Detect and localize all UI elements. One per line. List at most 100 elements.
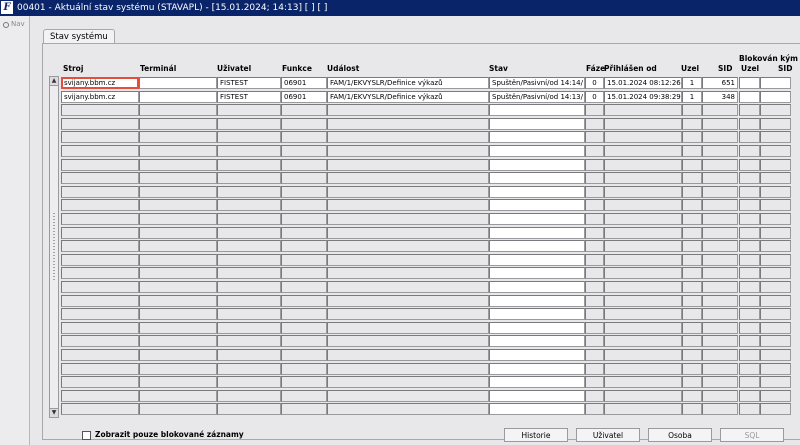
cell-b-sid[interactable] bbox=[760, 308, 791, 321]
cell-terminal[interactable] bbox=[139, 104, 217, 117]
cell-terminal[interactable] bbox=[139, 389, 217, 402]
cell-b-uzel[interactable] bbox=[739, 131, 760, 144]
cell-faze[interactable] bbox=[585, 185, 604, 198]
cell-uzivatel[interactable] bbox=[217, 403, 281, 416]
cell-b-uzel[interactable] bbox=[739, 226, 760, 239]
cell-terminal[interactable] bbox=[139, 240, 217, 253]
cell-sid[interactable] bbox=[702, 253, 738, 266]
tab-stav-systemu[interactable]: Stav systému bbox=[43, 29, 115, 44]
cell-b-sid[interactable] bbox=[760, 131, 791, 144]
cell-uzel[interactable] bbox=[682, 267, 702, 280]
uzivatel-button[interactable]: Uživatel bbox=[576, 428, 640, 442]
cell-udalost[interactable] bbox=[327, 335, 489, 348]
cell-uzivatel[interactable] bbox=[217, 389, 281, 402]
cell-stav[interactable] bbox=[489, 253, 585, 266]
cell-stroj[interactable] bbox=[61, 172, 139, 185]
cell-sid[interactable] bbox=[702, 267, 738, 280]
cell-stroj[interactable] bbox=[61, 226, 139, 239]
cell-b-uzel[interactable] bbox=[739, 308, 760, 321]
cell-stroj[interactable]: svijany.bbm.cz bbox=[61, 77, 139, 89]
cell-udalost[interactable] bbox=[327, 240, 489, 253]
cell-stav[interactable] bbox=[489, 172, 585, 185]
cell-udalost[interactable] bbox=[327, 349, 489, 361]
cell-stav[interactable] bbox=[489, 158, 585, 171]
cell-uzel[interactable] bbox=[682, 376, 702, 389]
cell-b-sid[interactable] bbox=[760, 362, 791, 375]
cell-stav[interactable] bbox=[489, 403, 585, 416]
cell-stroj[interactable] bbox=[61, 389, 139, 402]
cell-faze[interactable] bbox=[585, 131, 604, 144]
cell-uzivatel[interactable] bbox=[217, 104, 281, 117]
cell-stav[interactable] bbox=[489, 267, 585, 280]
cell-prihlasen[interactable] bbox=[604, 145, 682, 157]
cell-stav[interactable] bbox=[489, 226, 585, 239]
cell-terminal[interactable] bbox=[139, 158, 217, 171]
cell-funkce[interactable] bbox=[281, 321, 327, 334]
cell-prihlasen[interactable] bbox=[604, 294, 682, 307]
cell-stroj[interactable]: svijany.bbm.cz bbox=[61, 90, 139, 103]
cell-b-sid[interactable] bbox=[760, 240, 791, 253]
cell-b-uzel[interactable] bbox=[739, 335, 760, 348]
cell-uzel[interactable] bbox=[682, 253, 702, 266]
cell-b-sid[interactable] bbox=[760, 104, 791, 117]
cell-prihlasen[interactable] bbox=[604, 389, 682, 402]
cell-terminal[interactable] bbox=[139, 213, 217, 225]
cell-b-uzel[interactable] bbox=[739, 77, 760, 89]
cell-b-sid[interactable] bbox=[760, 213, 791, 225]
cell-prihlasen[interactable] bbox=[604, 349, 682, 361]
cell-terminal[interactable] bbox=[139, 117, 217, 130]
cell-sid[interactable] bbox=[702, 294, 738, 307]
cell-uzivatel[interactable] bbox=[217, 185, 281, 198]
cell-funkce[interactable] bbox=[281, 362, 327, 375]
cell-stroj[interactable] bbox=[61, 158, 139, 171]
cell-uzel[interactable] bbox=[682, 403, 702, 416]
cell-prihlasen[interactable] bbox=[604, 335, 682, 348]
cell-sid[interactable] bbox=[702, 240, 738, 253]
cell-stroj[interactable] bbox=[61, 335, 139, 348]
cell-prihlasen[interactable] bbox=[604, 281, 682, 293]
cell-uzel[interactable] bbox=[682, 362, 702, 375]
cell-b-uzel[interactable] bbox=[739, 267, 760, 280]
cell-udalost[interactable] bbox=[327, 253, 489, 266]
cell-stroj[interactable] bbox=[61, 308, 139, 321]
cell-terminal[interactable] bbox=[139, 90, 217, 103]
cell-udalost[interactable] bbox=[327, 308, 489, 321]
cell-udalost[interactable] bbox=[327, 213, 489, 225]
cell-terminal[interactable] bbox=[139, 267, 217, 280]
cell-faze[interactable] bbox=[585, 226, 604, 239]
cell-funkce[interactable] bbox=[281, 145, 327, 157]
cell-uzel[interactable] bbox=[682, 131, 702, 144]
cell-uzivatel[interactable] bbox=[217, 321, 281, 334]
cell-prihlasen[interactable] bbox=[604, 308, 682, 321]
cell-terminal[interactable] bbox=[139, 403, 217, 416]
sql-button[interactable]: SQL bbox=[720, 428, 784, 442]
cell-b-sid[interactable] bbox=[760, 90, 791, 103]
cell-stroj[interactable] bbox=[61, 199, 139, 212]
cell-sid[interactable] bbox=[702, 131, 738, 144]
cell-stav[interactable] bbox=[489, 362, 585, 375]
cell-sid[interactable] bbox=[702, 185, 738, 198]
cell-b-sid[interactable] bbox=[760, 117, 791, 130]
cell-funkce[interactable] bbox=[281, 172, 327, 185]
cell-funkce[interactable] bbox=[281, 335, 327, 348]
cell-uzivatel[interactable] bbox=[217, 267, 281, 280]
cell-prihlasen[interactable] bbox=[604, 403, 682, 416]
cell-uzel[interactable] bbox=[682, 321, 702, 334]
cell-b-sid[interactable] bbox=[760, 294, 791, 307]
cell-faze[interactable] bbox=[585, 199, 604, 212]
cell-faze[interactable] bbox=[585, 240, 604, 253]
cell-udalost[interactable] bbox=[327, 226, 489, 239]
scroll-thumb[interactable] bbox=[52, 212, 56, 282]
cell-prihlasen[interactable] bbox=[604, 158, 682, 171]
cell-faze[interactable] bbox=[585, 213, 604, 225]
cell-uzel[interactable] bbox=[682, 389, 702, 402]
cell-sid[interactable] bbox=[702, 199, 738, 212]
cell-b-uzel[interactable] bbox=[739, 158, 760, 171]
cell-terminal[interactable] bbox=[139, 145, 217, 157]
cell-prihlasen[interactable]: 15.01.2024 09:38:29 bbox=[604, 90, 682, 103]
cell-uzel[interactable] bbox=[682, 308, 702, 321]
cell-sid[interactable]: 348 bbox=[702, 90, 738, 103]
cell-stav[interactable] bbox=[489, 376, 585, 389]
historie-button[interactable]: Historie bbox=[504, 428, 568, 442]
cell-faze[interactable] bbox=[585, 294, 604, 307]
